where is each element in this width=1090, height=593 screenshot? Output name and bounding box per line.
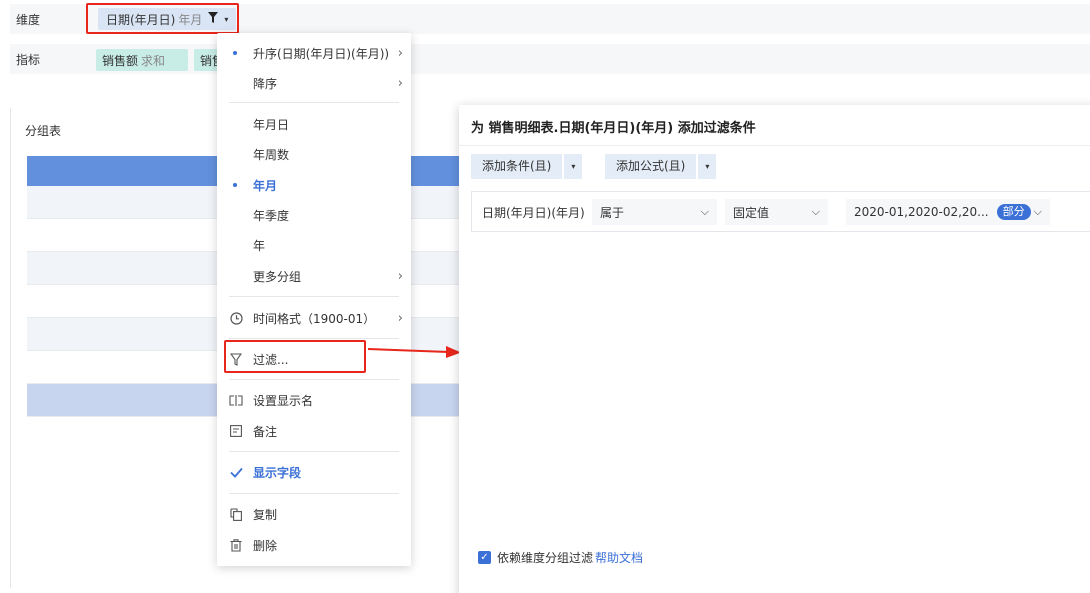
menu-item-show-field[interactable]: 显示字段 [217, 457, 411, 487]
chevron-right-icon: › [397, 268, 403, 284]
add-formula-button[interactable]: 添加公式(且) [605, 154, 697, 179]
dialog-divider [459, 145, 1090, 146]
menu-item-copy[interactable]: 复制 [217, 499, 411, 529]
dependent-filter-option: ✓ 依赖维度分组过滤 帮助文档 [478, 549, 643, 566]
note-icon [229, 424, 243, 438]
menu-divider [229, 493, 399, 494]
menu-item-group-ym[interactable]: 年月 [217, 170, 411, 200]
menu-item-sort-desc[interactable]: 降序 › [217, 68, 411, 98]
menu-divider [229, 296, 399, 297]
highlight-box-filter [224, 340, 366, 373]
chevron-down-icon: ⌵ [1033, 205, 1042, 218]
menu-item-time-format[interactable]: 时间格式（1900-01） › [217, 303, 411, 333]
menu-item-more-group[interactable]: 更多分组 › [217, 261, 411, 291]
chevron-right-icon: › [397, 45, 403, 61]
condition-field-name: 日期(年月日)(年月) [482, 206, 585, 220]
add-formula-split-button: 添加公式(且) ▾ [605, 154, 717, 179]
clock-icon [229, 311, 243, 325]
indicator-chip-label: 销售额 [102, 53, 139, 68]
highlight-box-dimension-chip [86, 3, 239, 34]
selected-dot-icon [233, 183, 237, 187]
help-doc-link[interactable]: 帮助文档 [595, 549, 643, 566]
dialog-title: 为 销售明细表.日期(年月日)(年月) 添加过滤条件 [471, 121, 756, 136]
checkmark-icon [229, 465, 243, 479]
add-condition-split-button: 添加条件(且) ▾ [471, 154, 583, 179]
chevron-down-icon: ⌵ [811, 205, 820, 218]
chevron-right-icon: › [397, 310, 403, 326]
chevron-right-icon: › [397, 75, 403, 91]
arrow-right-icon [368, 346, 461, 358]
menu-item-delete[interactable]: 删除 [217, 530, 411, 560]
partial-badge: 部分 [996, 204, 1031, 220]
dimension-label: 维度 [16, 13, 41, 27]
indicator-bar: 指标 销售额 求和 销售 [10, 44, 1090, 74]
menu-divider [229, 379, 399, 380]
indicator-chip-sub: 求和 [141, 53, 166, 68]
value-select[interactable]: 2020-01,2020-02,20... 部分 ⌵ [846, 199, 1050, 225]
menu-item-group-ymd[interactable]: 年月日 [217, 109, 411, 139]
dimension-context-menu: 升序(日期(年月日)(年月)) › 降序 › 年月日 年周数 年月 年季度 年 … [217, 33, 411, 566]
menu-item-note[interactable]: 备注 [217, 416, 411, 446]
rename-icon [229, 393, 243, 407]
chevron-down-icon: ⌵ [700, 205, 709, 218]
menu-item-set-display-name[interactable]: 设置显示名 [217, 385, 411, 415]
chevron-down-icon[interactable]: ▾ [564, 154, 583, 179]
operator-select[interactable]: 属于 ⌵ [592, 199, 717, 225]
menu-divider [229, 102, 399, 103]
value-type-select[interactable]: 固定值 ⌵ [725, 199, 828, 225]
menu-divider [229, 451, 399, 452]
add-condition-button[interactable]: 添加条件(且) [471, 154, 563, 179]
checkbox-label: 依赖维度分组过滤 [497, 551, 594, 565]
menu-item-sort-asc[interactable]: 升序(日期(年月日)(年月)) › [217, 38, 411, 68]
selected-dot-icon [233, 51, 237, 55]
checkbox-checked[interactable]: ✓ [478, 551, 491, 564]
copy-icon [229, 507, 243, 521]
menu-item-group-yq[interactable]: 年季度 [217, 200, 411, 230]
indicator-label: 指标 [16, 53, 41, 67]
indicator-chip-sales[interactable]: 销售额 求和 [96, 49, 188, 71]
trash-icon [229, 538, 243, 552]
menu-item-group-yw[interactable]: 年周数 [217, 139, 411, 169]
table-title: 分组表 [25, 124, 62, 138]
filter-condition-row: 日期(年月日)(年月) 属于 ⌵ 固定值 ⌵ 2020-01,2020-02,2… [471, 191, 1090, 232]
add-filter-dialog: 为 销售明细表.日期(年月日)(年月) 添加过滤条件 添加条件(且) ▾ 添加公… [459, 105, 1090, 593]
menu-divider [229, 338, 399, 339]
chevron-down-icon[interactable]: ▾ [698, 154, 717, 179]
menu-item-group-y[interactable]: 年 [217, 230, 411, 260]
